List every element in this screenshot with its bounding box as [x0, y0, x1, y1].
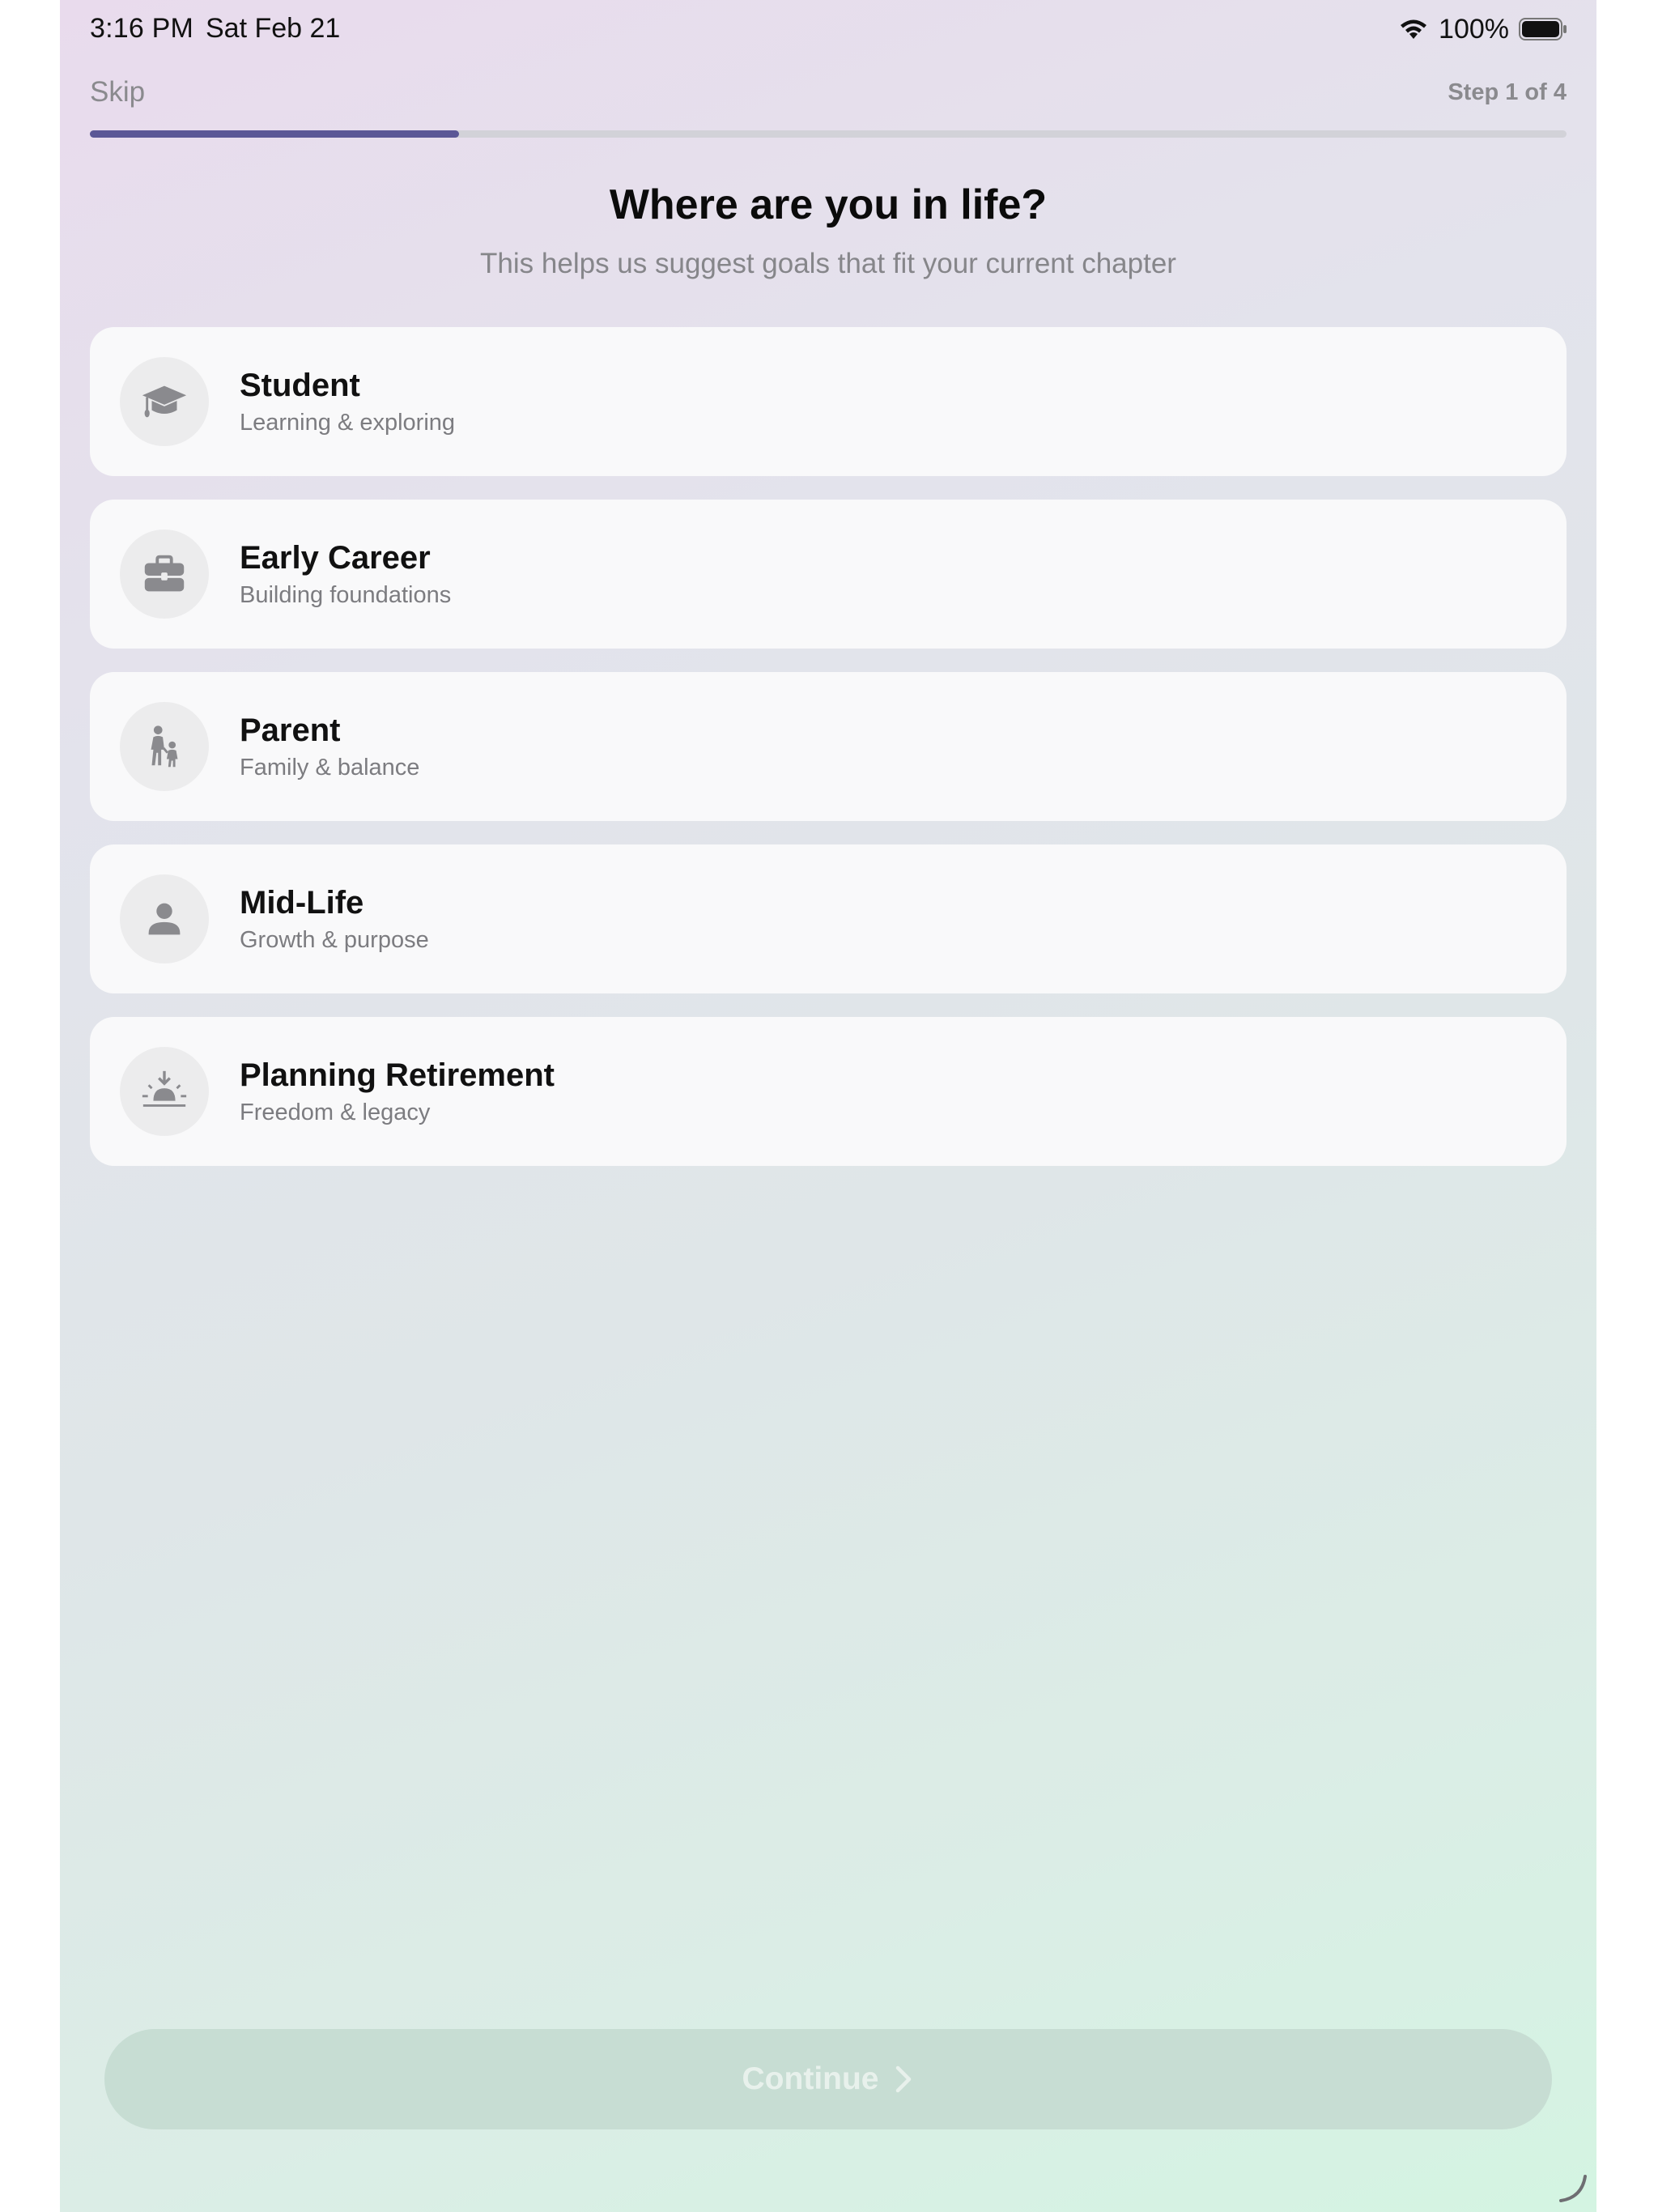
status-right: 100% [1398, 13, 1567, 45]
sunset-icon [120, 1047, 209, 1136]
resize-handle-icon[interactable] [1558, 2172, 1590, 2204]
option-subtitle: Growth & purpose [240, 927, 429, 953]
status-date: Sat Feb 21 [206, 13, 341, 44]
battery-percentage: 100% [1439, 13, 1509, 45]
option-planning-retirement[interactable]: Planning Retirement Freedom & legacy [90, 1017, 1567, 1166]
option-subtitle: Family & balance [240, 755, 420, 781]
option-student[interactable]: Student Learning & exploring [90, 327, 1567, 476]
battery-icon [1519, 18, 1567, 40]
option-early-career[interactable]: Early Career Building foundations [90, 500, 1567, 649]
person-icon [120, 874, 209, 963]
option-subtitle: Freedom & legacy [240, 1100, 431, 1125]
option-title: Parent [240, 713, 341, 748]
wifi-icon [1401, 19, 1427, 39]
step-indicator: Step 1 of 4 [1448, 79, 1567, 105]
option-mid-life[interactable]: Mid-Life Growth & purpose [90, 844, 1567, 993]
option-title: Planning Retirement [240, 1057, 555, 1093]
parent-child-icon [120, 702, 209, 791]
page-subtitle: This helps us suggest goals that fit you… [480, 248, 1176, 279]
graduation-cap-icon [120, 357, 209, 446]
chevron-right-icon [896, 2065, 912, 2093]
briefcase-icon [120, 530, 209, 619]
option-title: Student [240, 368, 360, 403]
option-parent[interactable]: Parent Family & balance [90, 672, 1567, 821]
page-title: Where are you in life? [609, 181, 1048, 228]
life-stage-options: Student Learning & exploring Early Caree… [90, 327, 1567, 1189]
option-title: Mid-Life [240, 885, 364, 921]
option-subtitle: Building foundations [240, 582, 452, 608]
continue-label: Continue [742, 2061, 879, 2096]
onboarding-screen: 3:16 PM Sat Feb 21 100% Skip Step 1 of 4… [60, 0, 1596, 2212]
status-bar: 3:16 PM Sat Feb 21 100% [60, 0, 1596, 58]
progress-fill [90, 130, 459, 138]
skip-button[interactable]: Skip [90, 76, 145, 108]
continue-button[interactable]: Continue [104, 2029, 1552, 2129]
status-time: 3:16 PM [90, 13, 194, 44]
progress-bar [90, 130, 1567, 138]
option-title: Early Career [240, 540, 431, 576]
option-subtitle: Learning & exploring [240, 410, 456, 436]
